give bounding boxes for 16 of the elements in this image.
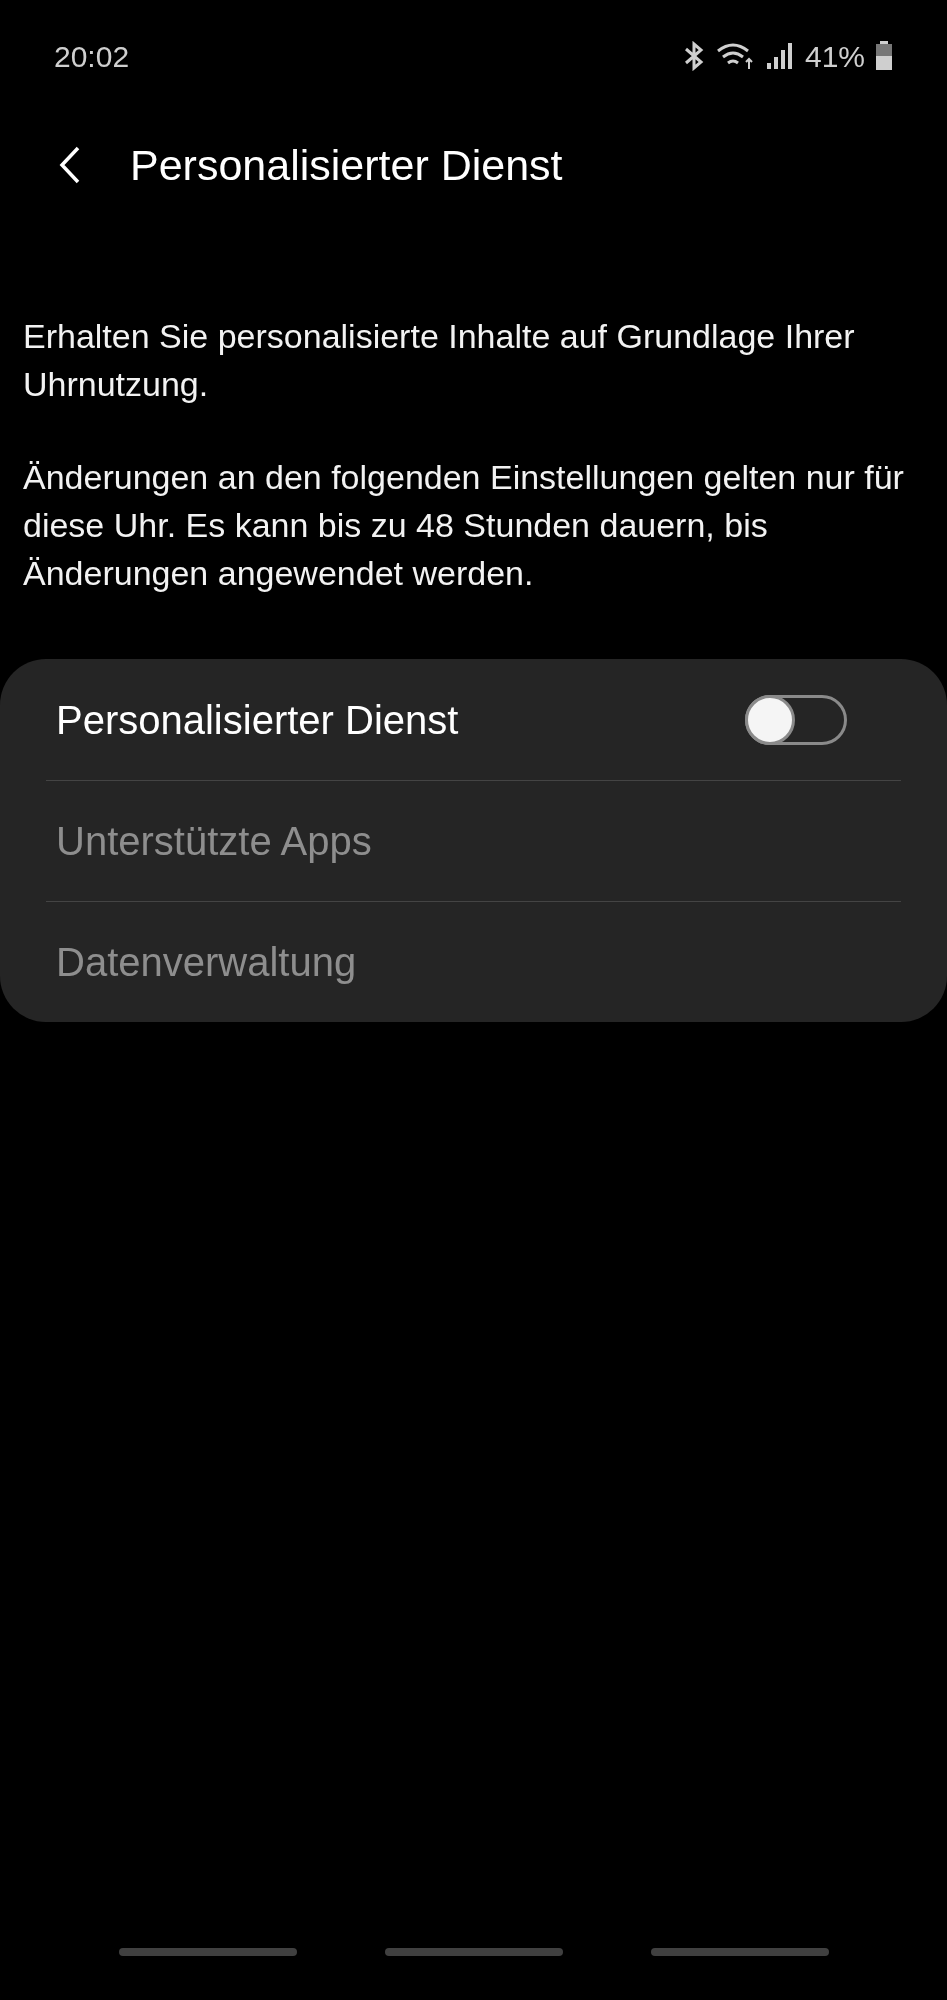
nav-bar-handle[interactable]	[650, 1948, 829, 1956]
setting-label: Unterstützte Apps	[55, 818, 372, 865]
battery-percent: 41%	[804, 38, 865, 75]
page-title: Personalisierter Dienst	[130, 139, 563, 191]
battery-icon	[875, 41, 893, 71]
status-time: 20:02	[54, 38, 130, 75]
setting-label: Personalisierter Dienst	[55, 696, 459, 744]
nav-bar-handle[interactable]	[118, 1948, 297, 1956]
toggle-switch[interactable]	[745, 694, 847, 745]
description-text: Änderungen an den folgenden Einstellungen gelten nur für diese Uhr. Es kann bis zu 48 Stunden dauern, bis Änderungen angewendet werden.	[23, 457, 905, 594]
switch-row[interactable]: Personalisierter Dienst	[46, 659, 901, 780]
signal-icon	[764, 41, 795, 71]
nav-bar-handle[interactable]	[384, 1948, 563, 1956]
description-text: Erhalten Sie personalisierte Inhalte auf Grundlage Ihrer Uhrnutzung.	[23, 316, 856, 405]
setting-label: Datenverwaltung	[55, 939, 357, 986]
bluetooth-icon	[682, 41, 705, 71]
